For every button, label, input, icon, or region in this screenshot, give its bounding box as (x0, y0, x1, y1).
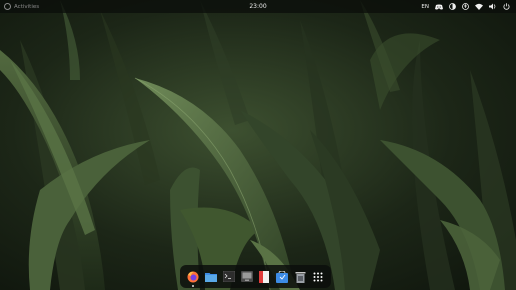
files-launcher[interactable] (204, 271, 217, 283)
screenshot-icon (240, 271, 253, 282)
terminal-launcher[interactable] (222, 271, 235, 283)
desktop-wallpaper (0, 0, 516, 290)
system-tray: EN (421, 2, 510, 11)
app-grid-button[interactable] (312, 271, 324, 283)
dock (180, 265, 331, 288)
keyboard-layout-indicator[interactable]: EN (421, 2, 429, 11)
accessibility-icon[interactable] (462, 2, 469, 11)
trash-launcher[interactable] (294, 271, 306, 283)
document-icon (259, 270, 270, 283)
power-icon[interactable] (503, 2, 510, 11)
wifi-icon[interactable] (475, 2, 483, 11)
software-store-icon (276, 270, 289, 283)
night-light-icon[interactable] (449, 2, 456, 11)
firefox-icon (187, 271, 199, 282)
firefox-launcher[interactable] (187, 271, 199, 287)
screenshot-launcher[interactable] (240, 271, 253, 283)
running-indicator (191, 284, 194, 287)
software-launcher[interactable] (276, 270, 289, 283)
grass-leaves-image (0, 0, 516, 290)
discord-icon[interactable] (435, 2, 443, 11)
app-grid-icon (313, 272, 323, 281)
top-bar: Activities 23:00 EN (0, 0, 516, 13)
volume-icon[interactable] (489, 2, 497, 11)
terminal-icon (222, 271, 235, 282)
document-viewer-launcher[interactable] (258, 270, 270, 283)
folder-icon (204, 273, 217, 282)
trash-icon (295, 271, 306, 283)
